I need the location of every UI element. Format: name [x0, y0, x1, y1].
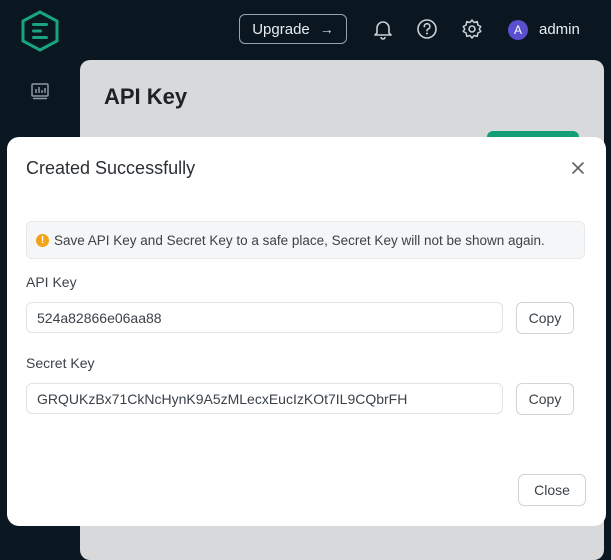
upgrade-label: Upgrade: [252, 20, 310, 38]
copy-secret-key-button[interactable]: Copy: [516, 383, 574, 415]
warning-alert: ! Save API Key and Secret Key to a safe …: [26, 221, 585, 259]
api-key-label: API Key: [26, 274, 77, 290]
dashboard-icon[interactable]: [30, 81, 50, 101]
username[interactable]: admin: [539, 21, 580, 38]
avatar[interactable]: A: [508, 20, 528, 40]
api-key-field[interactable]: [26, 302, 503, 333]
bell-icon[interactable]: [372, 18, 394, 40]
page-title: API Key: [104, 84, 188, 109]
top-bar: Upgrade → A admin: [0, 0, 611, 60]
warning-icon: !: [36, 233, 49, 247]
copy-api-key-button[interactable]: Copy: [516, 302, 574, 334]
upgrade-button[interactable]: Upgrade →: [239, 14, 347, 44]
secret-key-field[interactable]: [26, 383, 503, 414]
help-icon[interactable]: [416, 18, 438, 40]
alert-text: Save API Key and Secret Key to a safe pl…: [54, 232, 545, 248]
close-button[interactable]: Close: [518, 474, 586, 506]
gear-icon[interactable]: [461, 18, 483, 40]
logo-icon[interactable]: [20, 10, 60, 52]
secret-key-label: Secret Key: [26, 355, 95, 371]
close-icon[interactable]: [570, 160, 586, 176]
arrow-right-icon: →: [319, 21, 334, 37]
modal-title: Created Successfully: [26, 158, 196, 178]
